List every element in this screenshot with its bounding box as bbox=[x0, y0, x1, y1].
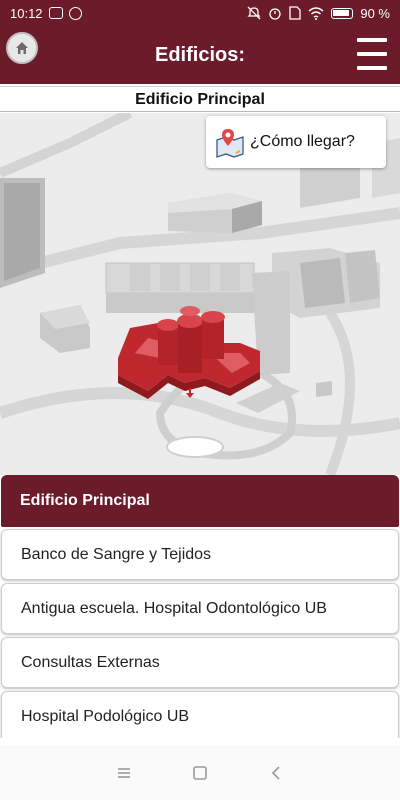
mute-icon bbox=[247, 6, 261, 20]
wifi-icon bbox=[308, 6, 324, 20]
app-bar: Edificios: bbox=[0, 26, 400, 84]
list-item-selected[interactable]: Edificio Principal bbox=[1, 475, 399, 527]
message-icon bbox=[48, 7, 63, 19]
status-bar: 10:12 90 % bbox=[0, 0, 400, 26]
battery-level: 90 % bbox=[360, 5, 390, 21]
page-title: Edificios: bbox=[154, 44, 245, 66]
hamburger-menu-icon[interactable] bbox=[357, 38, 387, 70]
whatsapp-icon bbox=[68, 6, 82, 20]
recents-icon bbox=[118, 767, 130, 778]
list-item[interactable]: Banco de Sangre y Tejidos bbox=[1, 529, 399, 580]
map-pin-icon bbox=[216, 129, 244, 158]
list-item[interactable]: Antigua escuela. Hospital Odontológico U… bbox=[1, 583, 399, 634]
back-icon bbox=[271, 765, 280, 780]
home-square-icon bbox=[193, 765, 207, 780]
alarm-icon bbox=[269, 8, 282, 20]
list-item[interactable]: Consultas Externas bbox=[1, 637, 399, 688]
system-nav-bar bbox=[0, 745, 400, 800]
home-nav-button[interactable] bbox=[162, 745, 238, 800]
directions-button[interactable]: ¿Cómo llegar? bbox=[206, 116, 386, 168]
section-title: Edificio Principal bbox=[0, 86, 400, 112]
building-list: Edificio Principal Banco de Sangre y Tej… bbox=[0, 475, 400, 738]
status-right: 90 % bbox=[247, 6, 390, 21]
list-item[interactable]: Hospital Podológico UB bbox=[1, 691, 399, 738]
sim-icon bbox=[289, 6, 302, 20]
recents-button[interactable] bbox=[86, 745, 162, 800]
directions-label: ¿Cómo llegar? bbox=[250, 133, 355, 150]
status-time: 10:12 bbox=[10, 5, 43, 21]
back-button[interactable] bbox=[238, 745, 314, 800]
battery-icon bbox=[331, 7, 354, 19]
status-left: 10:12 bbox=[10, 6, 82, 21]
